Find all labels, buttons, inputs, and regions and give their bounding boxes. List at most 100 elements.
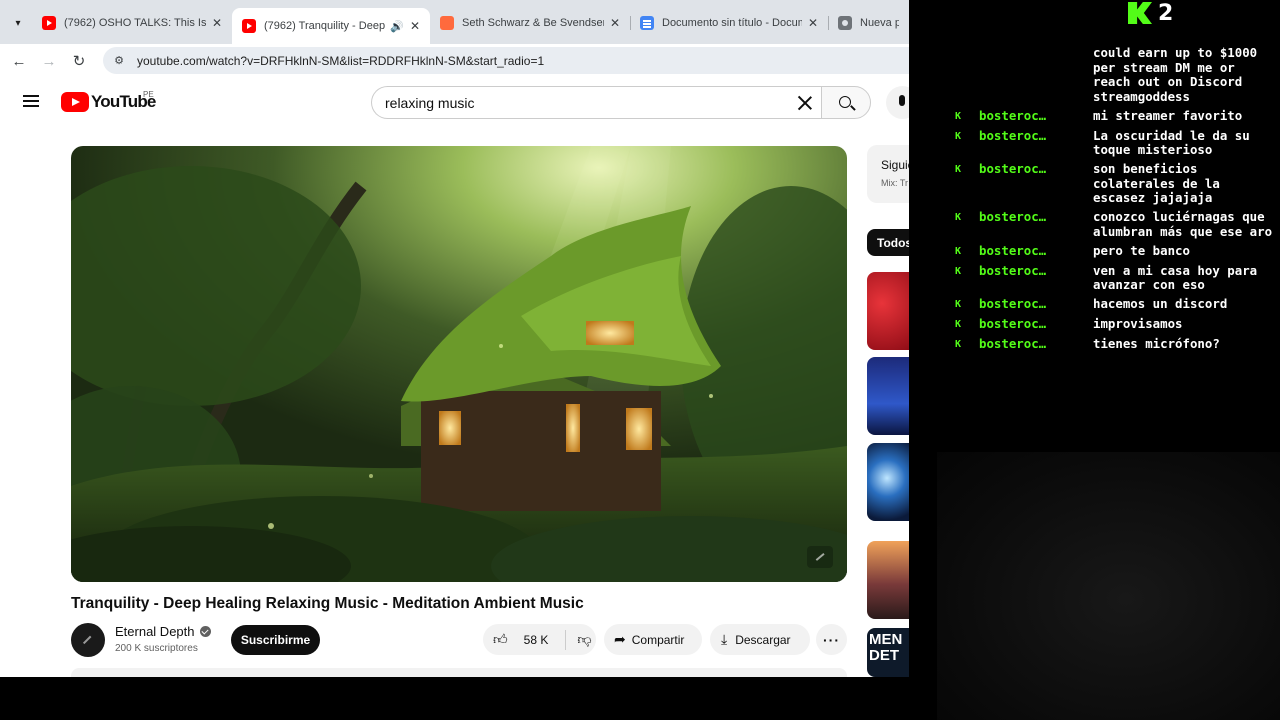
- channel-name[interactable]: Eternal Depth: [115, 624, 195, 639]
- video-frame-forest-cottage: [71, 146, 847, 582]
- chat-message: Kbosteroc… mi streamer favorito: [955, 108, 1275, 125]
- tab-title: Seth Schwarz & Be Svendsen -: [462, 17, 604, 29]
- kick-logo: 2: [1128, 0, 1188, 26]
- chat-username[interactable]: bosteroc…: [979, 210, 1093, 239]
- playlist-queue-card[interactable]: Siguie Mix: Tr: [867, 145, 909, 203]
- chat-message: Kbosteroc… ven a mi casa hoy para avanzar…: [955, 262, 1275, 293]
- subscribe-button[interactable]: Suscribirme: [231, 625, 320, 655]
- close-icon[interactable]: ✕: [212, 16, 222, 30]
- kick-badge-icon: K: [955, 212, 962, 223]
- chat-message: Kbosteroc… pero te banco: [955, 242, 1275, 260]
- youtube-logo[interactable]: YouTube: [61, 92, 156, 112]
- tab-title: (7962) OSHO TALKS: This Is Onl: [64, 17, 206, 29]
- reload-icon[interactable]: ↻: [68, 50, 90, 72]
- youtube-header: YouTube PE relaxing music: [0, 77, 909, 129]
- chat-text: pero te banco: [1093, 242, 1190, 258]
- fullscreen-icon[interactable]: [807, 546, 833, 568]
- thumbs-up-icon[interactable]: 👍︎: [493, 631, 508, 648]
- kick-icon: [440, 16, 454, 30]
- forward-arrow-icon[interactable]: →: [38, 50, 60, 72]
- kick-badge-icon: K: [955, 130, 962, 142]
- chat-text: ven a mi casa hoy para avanzar con eso: [1093, 262, 1265, 292]
- kick-badge-icon: K: [955, 339, 962, 350]
- description-box[interactable]: [71, 668, 847, 677]
- docs-icon: [640, 16, 654, 30]
- thumbnail-text: MEN DET: [869, 631, 903, 664]
- kick-badge-icon: K: [955, 265, 962, 277]
- verified-icon: [199, 626, 211, 637]
- tab-kick[interactable]: Seth Schwarz & Be Svendsen - ✕: [430, 8, 630, 38]
- chat-message: Kcould earn up to $1000 per stream DM me…: [955, 45, 1275, 104]
- chat-username[interactable]: bosteroc…: [979, 129, 1093, 158]
- chat-message: Kbosteroc… conozco luciérnagas que alumbr…: [955, 209, 1275, 239]
- search-icon: [839, 96, 851, 108]
- chat-text: improvisamos: [1093, 316, 1183, 331]
- video-title: Tranquility - Deep Healing Relaxing Musi…: [71, 595, 584, 612]
- chat-username[interactable]: bosteroc…: [979, 244, 1093, 260]
- chat-username[interactable]: bosteroc…: [979, 109, 1093, 125]
- chat-username[interactable]: bosteroc…: [979, 297, 1093, 313]
- youtube-icon: [242, 19, 256, 33]
- chat-username[interactable]: bosteroc…: [979, 317, 1093, 333]
- chrome-icon: [838, 16, 852, 30]
- channel-avatar[interactable]: [71, 623, 105, 657]
- speaker-icon[interactable]: 🔊: [390, 20, 404, 33]
- voice-search-icon[interactable]: [886, 86, 909, 119]
- address-bar[interactable]: ⚙ youtube.com/watch?v=DRFHklnN-SM&list=R…: [103, 47, 909, 74]
- tab-title: Nueva pest: [860, 17, 899, 29]
- recommended-thumbnail[interactable]: [867, 272, 909, 350]
- download-button[interactable]: ⤓ Descargar: [710, 624, 810, 655]
- kick-badge-icon: K: [955, 299, 962, 310]
- chip-all[interactable]: Todos: [867, 229, 909, 256]
- like-dislike-group: 👍︎ 58 K 👎︎: [483, 624, 596, 655]
- clear-search-icon[interactable]: [797, 95, 813, 111]
- chat-username[interactable]: bosteroc…: [979, 264, 1093, 293]
- browser-window: ▾ (7962) OSHO TALKS: This Is Onl ✕ (7962…: [0, 0, 909, 677]
- queue-title: Siguie: [881, 158, 909, 172]
- tab-title: Documento sin título - Docume: [662, 17, 802, 29]
- tab-docs[interactable]: Documento sin título - Docume ✕: [630, 8, 828, 38]
- thumbs-down-icon[interactable]: 👎︎: [577, 631, 591, 648]
- close-icon[interactable]: ✕: [808, 16, 818, 30]
- recommended-thumbnail[interactable]: [867, 357, 909, 435]
- search-input[interactable]: relaxing music: [371, 86, 821, 119]
- chat-text: conozco luciérnagas que alumbran más que…: [1093, 209, 1273, 239]
- chat-username[interactable]: bosteroc…: [979, 162, 1093, 206]
- channel-name-row[interactable]: Eternal Depth: [115, 624, 211, 639]
- site-info-icon[interactable]: ⚙: [111, 53, 127, 69]
- chat-username[interactable]: bosteroc…: [979, 337, 1093, 353]
- tab-osho[interactable]: (7962) OSHO TALKS: This Is Onl ✕: [32, 8, 232, 38]
- share-button[interactable]: ➦ Compartir: [604, 624, 702, 655]
- search-query[interactable]: relaxing music: [385, 95, 797, 111]
- tab-title: (7962) Tranquility - Deep He: [264, 20, 386, 32]
- chat-message: Kbosteroc… son beneficios colaterales de …: [955, 161, 1275, 206]
- back-arrow-icon[interactable]: ←: [8, 50, 30, 72]
- chat-message: Kbosteroc… tienes micrófono?: [955, 336, 1275, 353]
- kick-logo-number: 2: [1158, 0, 1174, 26]
- tab-tranquility[interactable]: (7962) Tranquility - Deep He 🔊 ✕: [232, 8, 430, 44]
- recommended-thumbnail[interactable]: [867, 541, 909, 619]
- chat-text: La oscuridad le da su toque misterioso: [1093, 127, 1258, 157]
- video-player[interactable]: [71, 146, 847, 582]
- kick-k-icon: [1128, 2, 1152, 24]
- chat-text: son beneficios colaterales de la escasez…: [1093, 161, 1228, 205]
- like-count[interactable]: 58 K: [524, 633, 549, 647]
- kick-badge-icon: K: [955, 319, 962, 330]
- youtube-icon: [42, 16, 56, 30]
- share-icon: ➦: [614, 631, 626, 647]
- address-url[interactable]: youtube.com/watch?v=DRFHklnN-SM&list=RDD…: [137, 54, 544, 68]
- tab-new[interactable]: Nueva pest: [828, 8, 909, 38]
- tab-search-icon[interactable]: ▾: [8, 13, 28, 33]
- kick-badge-icon: K: [955, 110, 962, 122]
- recommended-thumbnail[interactable]: MEN DET: [867, 628, 909, 677]
- divider: [565, 629, 567, 650]
- close-icon[interactable]: ✕: [610, 16, 620, 30]
- search-button[interactable]: [821, 86, 871, 119]
- close-icon[interactable]: ✕: [410, 19, 420, 33]
- chat-message: Kbosteroc… hacemos un discord: [955, 296, 1275, 313]
- download-label: Descargar: [735, 632, 791, 647]
- more-actions-icon[interactable]: ···: [816, 624, 847, 655]
- menu-icon[interactable]: [23, 95, 39, 107]
- chat-overlay: Kcould earn up to $1000 per stream DM me…: [955, 45, 1275, 357]
- recommended-thumbnail[interactable]: [867, 443, 909, 521]
